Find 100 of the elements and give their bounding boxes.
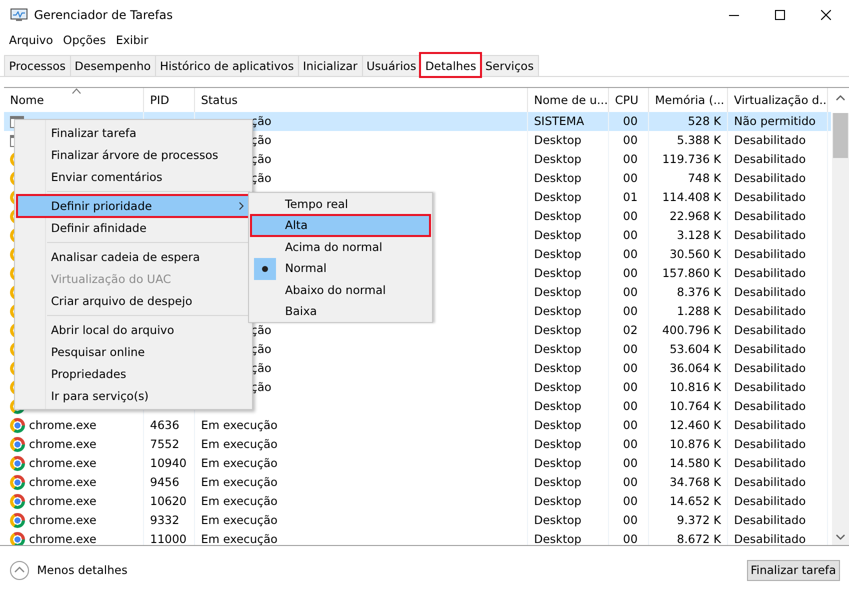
table-cell: Desabilitado (728, 207, 828, 226)
table-cell: Desabilitado (728, 397, 828, 416)
process-name: chrome.exe (29, 436, 96, 453)
chrome-icon (10, 475, 25, 490)
table-cell: Desabilitado (728, 283, 828, 302)
scroll-up-icon[interactable] (836, 95, 845, 101)
tab[interactable]: Usuários (362, 55, 422, 76)
scrollbar-thumb[interactable] (833, 113, 848, 158)
process-name: chrome.exe (29, 493, 96, 510)
table-cell: Desabilitado (728, 226, 828, 245)
close-icon (821, 10, 831, 20)
table-cell: 00 (609, 150, 649, 169)
tab[interactable]: Histórico de aplicativos (154, 55, 299, 76)
menu-item[interactable]: Baixa (251, 300, 430, 322)
table-cell: Em execução (195, 416, 528, 435)
menu-item[interactable]: Analisar cadeia de espera (17, 246, 250, 268)
table-cell: Desabilitado (728, 188, 828, 207)
table-cell: Desabilitado (728, 169, 828, 188)
table-cell: 00 (609, 169, 649, 188)
table-cell: Em execução (195, 454, 528, 473)
chrome-icon (10, 494, 25, 509)
table-cell: Desktop (528, 473, 609, 492)
menu-item[interactable]: Alta (251, 214, 430, 236)
table-cell: 00 (609, 283, 649, 302)
table-cell: Não permitido (728, 112, 828, 131)
table-cell: 00 (609, 131, 649, 150)
table-cell: 00 (609, 492, 649, 511)
table-cell: Desktop (528, 321, 609, 340)
scroll-down-icon[interactable] (836, 534, 845, 540)
chrome-icon (10, 456, 25, 471)
table-cell: 00 (609, 511, 649, 530)
table-cell: Desktop (528, 302, 609, 321)
table-cell: Desktop (528, 435, 609, 454)
table-cell: Em execução (195, 511, 528, 530)
table-cell: 10.876 K (649, 435, 728, 454)
menu-item[interactable]: Normal (251, 258, 430, 279)
table-cell: 14.652 K (649, 492, 728, 511)
table-cell: 00 (609, 207, 649, 226)
process-name: chrome.exe (29, 531, 96, 545)
table-cell: Desktop (528, 492, 609, 511)
menu-item[interactable]: Abaixo do normal (251, 279, 430, 300)
table-cell: Em execução (195, 435, 528, 454)
table-cell: 157.860 K (649, 264, 728, 283)
table-cell: Desktop (528, 416, 609, 435)
tab[interactable]: Inicializar (298, 55, 362, 76)
menu-item[interactable]: Criar arquivo de despejo (17, 290, 250, 312)
sort-icon (72, 88, 81, 94)
table-cell: 400.796 K (649, 321, 728, 340)
table-cell: 10620 (144, 492, 195, 511)
tab[interactable]: Detalhes (420, 53, 482, 77)
table-cell: Desabilitado (728, 150, 828, 169)
table-cell: 10940 (144, 454, 195, 473)
table-cell: Desabilitado (728, 131, 828, 150)
table-cell: 8.672 K (649, 530, 728, 545)
table-cell: 34.768 K (649, 473, 728, 492)
chrome-icon (10, 418, 25, 433)
menu-item[interactable]: Acima do normal (251, 236, 430, 258)
tab[interactable]: Desempenho (70, 55, 156, 76)
table-cell: Desktop (528, 340, 609, 359)
table-cell: 119.736 K (649, 150, 728, 169)
table-cell: 00 (609, 416, 649, 435)
table-cell: 7552 (144, 435, 195, 454)
table-cell: Em execução (195, 492, 528, 511)
tab[interactable]: Processos (4, 55, 71, 76)
table-cell: Desabilitado (728, 321, 828, 340)
table-cell: Desabilitado (728, 416, 828, 435)
menu-item[interactable]: Definir afinidade (17, 217, 250, 239)
table-cell: 8.376 K (649, 283, 728, 302)
menu-item[interactable]: Definir prioridade (17, 195, 250, 217)
menu-item[interactable]: Arquivo (4, 33, 58, 47)
table-cell: 01 (609, 188, 649, 207)
table-cell: 9332 (144, 511, 195, 530)
table-cell: Em execução (195, 473, 528, 492)
table-cell: Desktop (528, 169, 609, 188)
table-cell: Desabilitado (728, 359, 828, 378)
menu-item[interactable]: Exibir (110, 33, 154, 47)
table-cell: 00 (609, 340, 649, 359)
table-cell: Desabilitado (728, 473, 828, 492)
table-cell: Desabilitado (728, 454, 828, 473)
table-cell: 748 K (649, 169, 728, 188)
table-cell: 11000 (144, 530, 195, 545)
table-cell: Desktop (528, 378, 609, 397)
table-cell: 12.460 K (649, 416, 728, 435)
tab[interactable]: Serviços (480, 55, 539, 76)
menu-item[interactable]: Tempo real (251, 193, 430, 214)
end-task-button[interactable]: Finalizar tarefa (746, 560, 840, 580)
chrome-icon (10, 513, 25, 528)
table-cell: Desktop (528, 150, 609, 169)
menu-item[interactable]: Opções (58, 33, 111, 47)
table-cell: 5.388 K (649, 131, 728, 150)
table-cell: 4636 (144, 416, 195, 435)
table-cell: Desktop (528, 264, 609, 283)
table-cell: 10.764 K (649, 397, 728, 416)
table-cell: 00 (609, 245, 649, 264)
table-cell: 1.288 K (649, 302, 728, 321)
table-cell: 00 (609, 397, 649, 416)
fewer-details-link[interactable]: Menos detalhes (37, 563, 747, 577)
collapse-icon[interactable] (10, 560, 29, 580)
table-cell: Desabilitado (728, 302, 828, 321)
process-name: chrome.exe (29, 474, 96, 491)
